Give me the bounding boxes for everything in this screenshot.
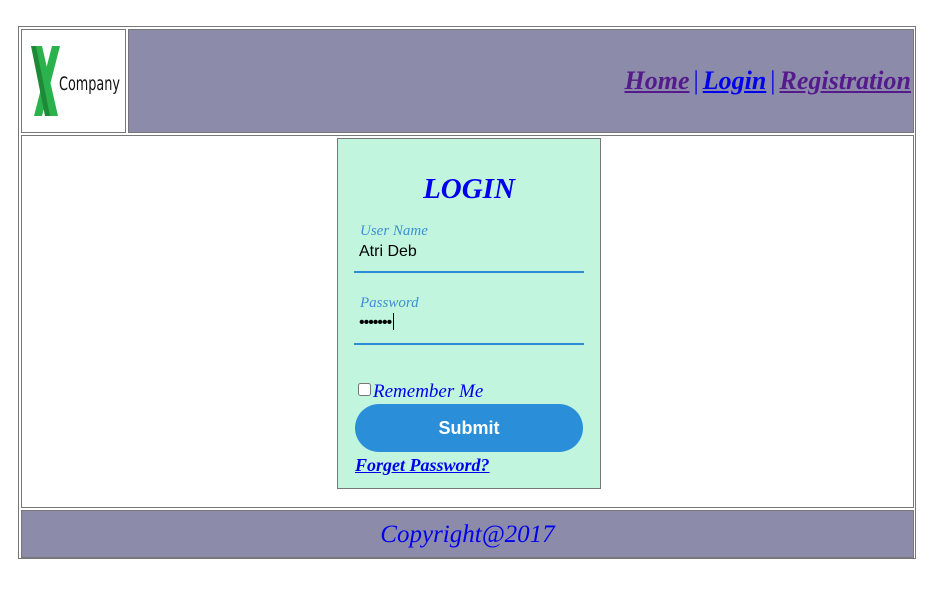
main-content: LOGIN User Name Password ••••••• Remembe… xyxy=(21,135,914,508)
forgot-password-link[interactable]: Forget Password? xyxy=(355,455,490,476)
footer-bar: Copyright@2017 xyxy=(21,510,914,558)
company-logo: Company xyxy=(31,46,120,116)
remember-me-label: Remember Me xyxy=(373,381,484,402)
nav-home-link[interactable]: Home xyxy=(625,66,690,95)
password-input[interactable]: ••••••• xyxy=(359,313,395,332)
page-frame: Company Home | Login | Registration LOGIN Us… xyxy=(18,26,916,559)
login-form: LOGIN User Name Password ••••••• Remembe… xyxy=(337,138,601,489)
nav-login-link[interactable]: Login xyxy=(703,66,767,95)
username-label: User Name xyxy=(360,223,428,239)
password-masked-value: ••••••• xyxy=(359,314,392,331)
login-title: LOGIN xyxy=(423,173,515,205)
remember-me-checkbox[interactable] xyxy=(358,383,371,396)
nav-registration-link[interactable]: Registration xyxy=(780,66,911,95)
logo-cell: Company xyxy=(21,29,126,133)
username-field: User Name xyxy=(354,223,584,273)
svg-text:Company: Company xyxy=(59,73,120,95)
password-field: Password ••••••• xyxy=(354,295,584,345)
username-input[interactable] xyxy=(359,241,579,263)
submit-button[interactable]: Submit xyxy=(355,404,583,452)
text-caret xyxy=(393,313,395,330)
remember-me[interactable]: Remember Me xyxy=(358,381,483,403)
header-bar: Home | Login | Registration xyxy=(128,29,914,133)
nav-separator: | xyxy=(693,66,699,95)
nav-separator: | xyxy=(770,66,776,95)
copyright-text: Copyright@2017 xyxy=(380,521,555,548)
top-nav: Home | Login | Registration xyxy=(625,66,912,96)
password-label: Password xyxy=(360,295,419,311)
